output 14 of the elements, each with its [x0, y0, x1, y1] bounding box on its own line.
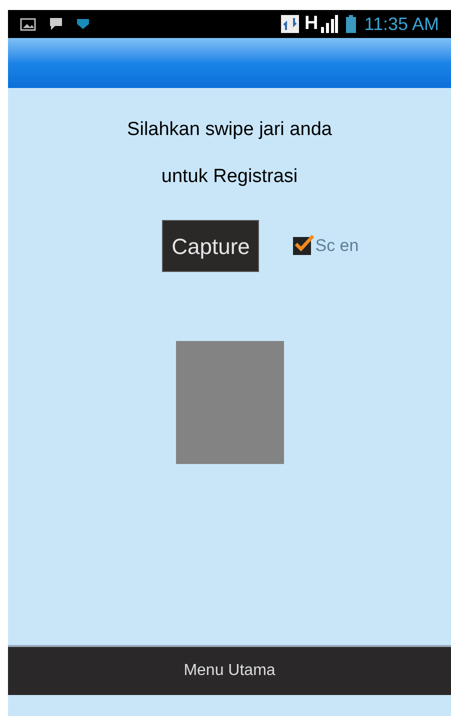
main-menu-button[interactable]: Menu Utama — [8, 645, 451, 695]
battery-icon — [346, 15, 356, 33]
signal-icon — [320, 15, 338, 33]
data-transfer-icon — [280, 15, 299, 33]
chat-icon — [48, 17, 64, 31]
network-type: H — [304, 12, 318, 36]
check-icon — [293, 233, 316, 253]
clock: 11:35 AM — [364, 12, 439, 36]
checkbox-label: Sc en — [315, 235, 359, 258]
instruction-text: Silahkan swipe jari anda — [127, 118, 332, 142]
capture-button[interactable]: Capture — [162, 220, 260, 272]
instruction-text: untuk Registrasi — [161, 165, 298, 189]
checkbox[interactable] — [293, 237, 312, 255]
image-icon — [20, 18, 36, 30]
